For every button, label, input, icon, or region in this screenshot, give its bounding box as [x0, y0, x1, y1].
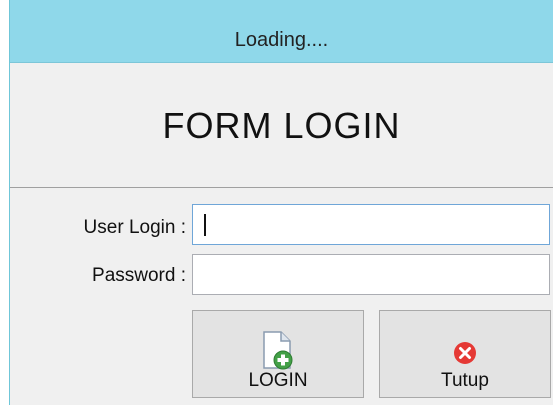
tutup-button[interactable]: Tutup	[379, 310, 551, 398]
window-title: Loading....	[234, 29, 329, 51]
password-input[interactable]	[192, 254, 550, 295]
form-header: FORM LOGIN	[10, 63, 553, 187]
tutup-button-label: Tutup	[441, 370, 489, 391]
login-button[interactable]: LOGIN	[192, 310, 364, 398]
user-login-label: User Login :	[83, 217, 186, 238]
header-separator	[10, 187, 553, 188]
user-login-input[interactable]	[192, 204, 550, 245]
text-caret	[204, 214, 206, 236]
form-heading: FORM LOGIN	[162, 105, 401, 146]
title-bar[interactable]: Loading....	[10, 0, 553, 63]
login-button-label: LOGIN	[248, 370, 308, 391]
password-label: Password :	[92, 265, 186, 286]
close-circle-icon	[453, 341, 477, 370]
login-window: Loading.... FORM LOGIN User Login : Pass…	[9, 0, 553, 405]
